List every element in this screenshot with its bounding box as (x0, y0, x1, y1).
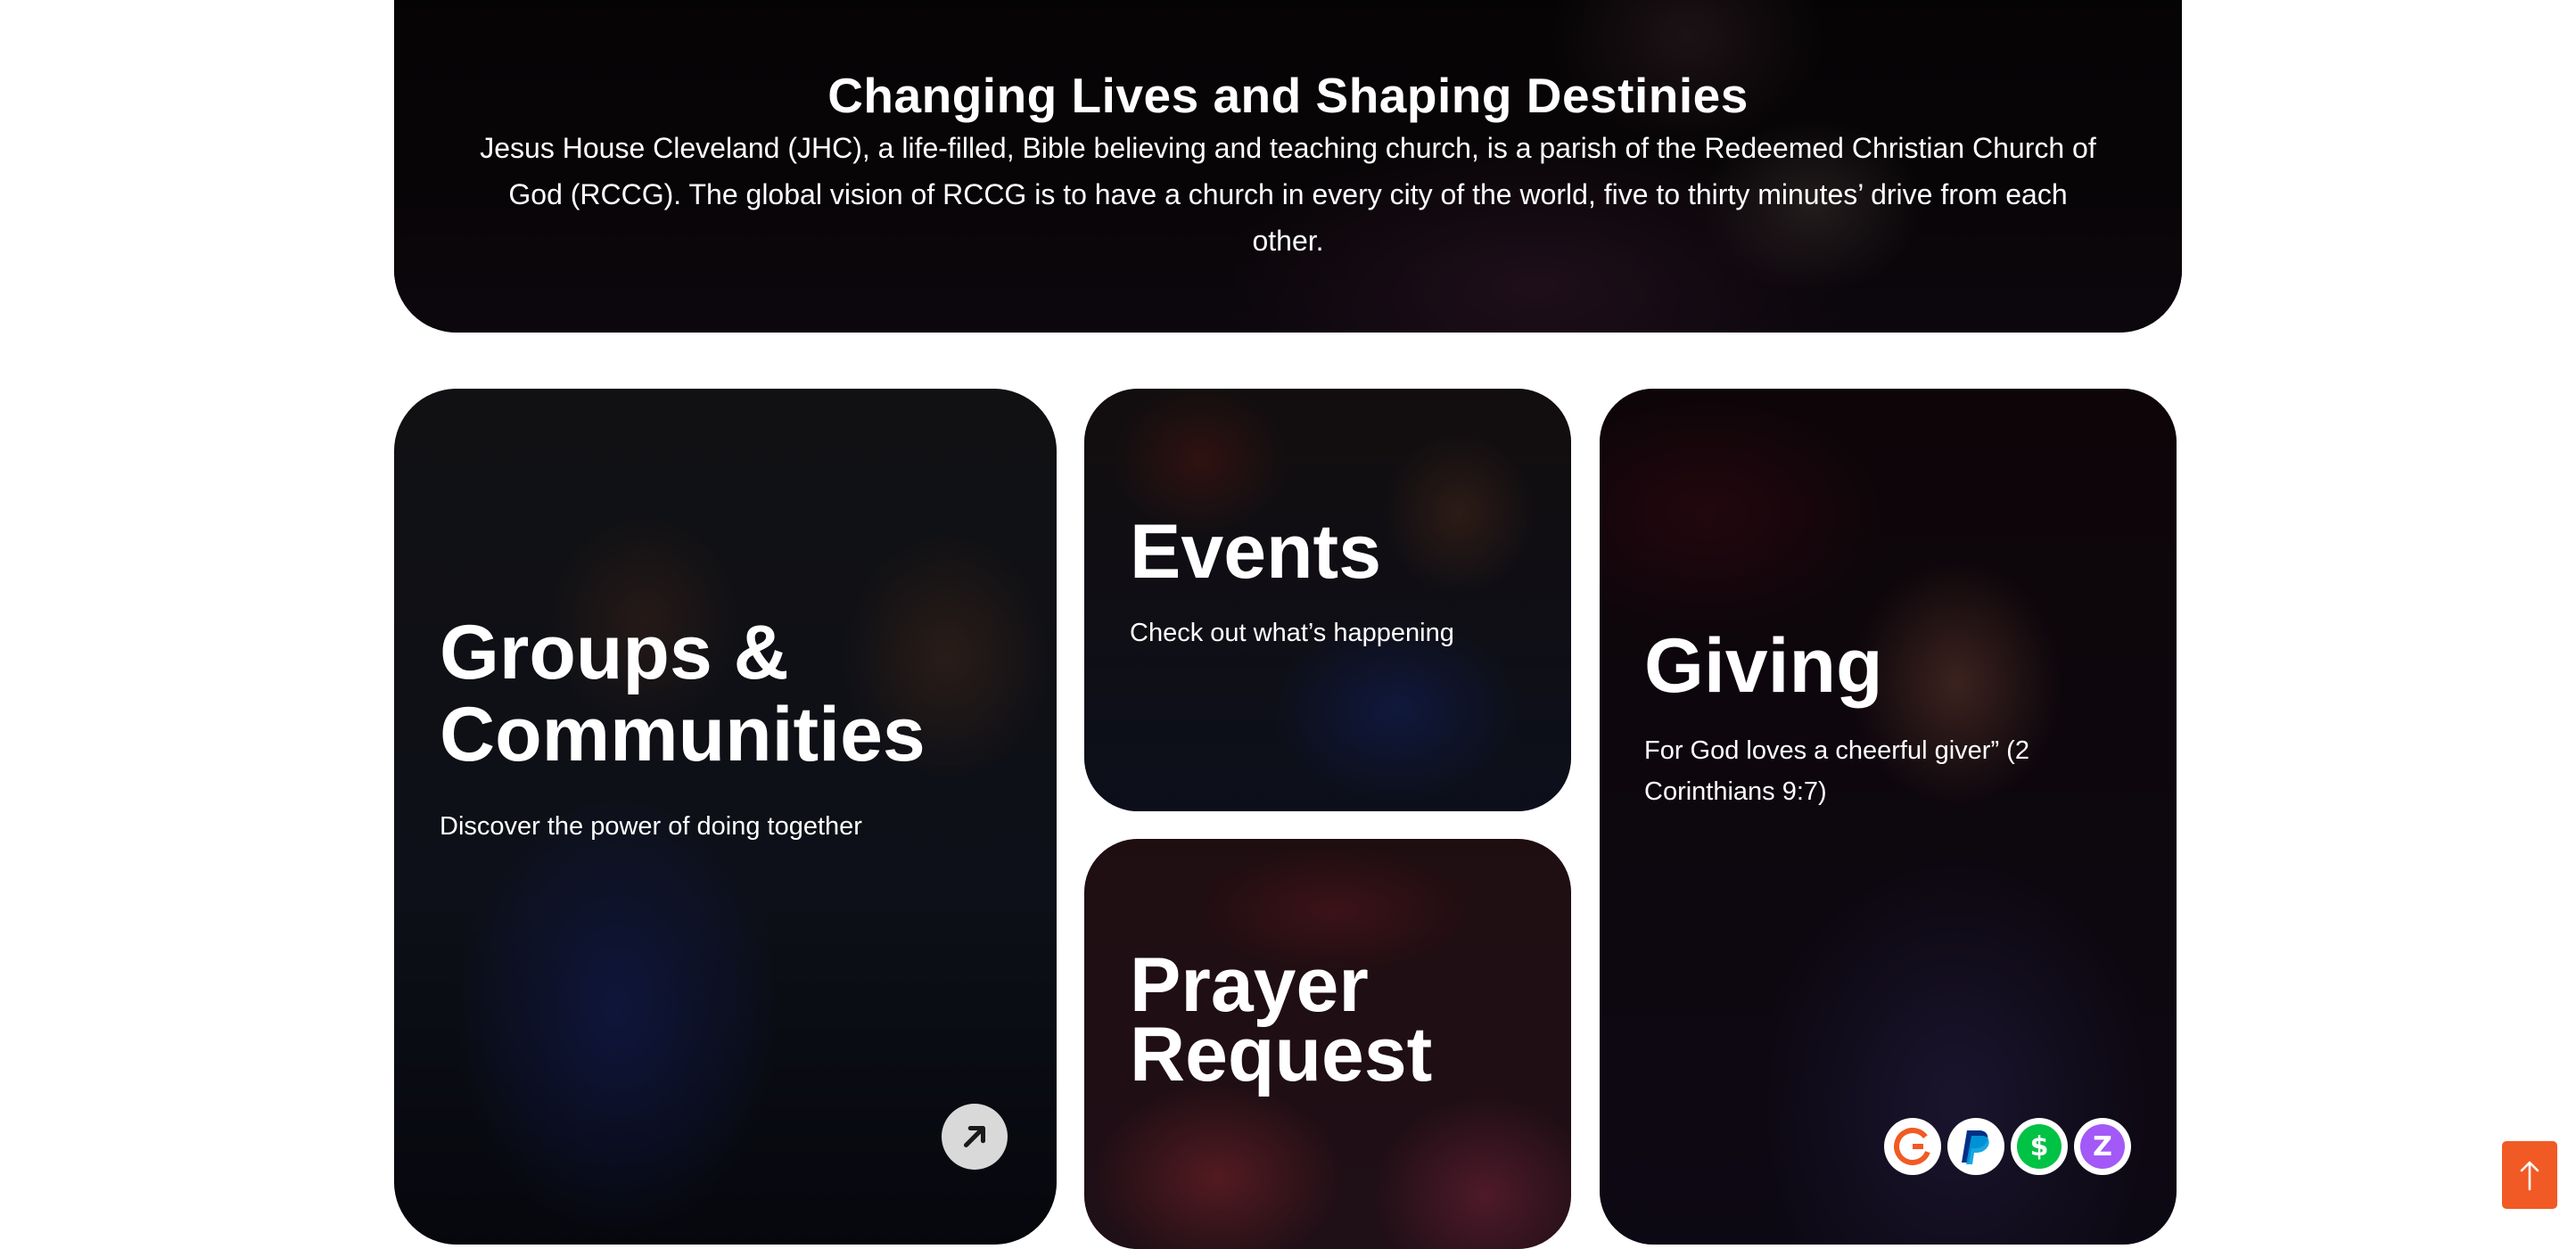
arrow-up-icon (2520, 1161, 2539, 1191)
events-card[interactable]: Events Check out what’s happening (1084, 389, 1571, 811)
arrow-up-right-icon[interactable] (942, 1104, 1008, 1170)
zelle-icon[interactable]: Z (2074, 1118, 2131, 1175)
giving-title: Giving (1644, 623, 1883, 709)
hero-title: Changing Lives and Shaping Destinies (827, 67, 1749, 123)
events-title: Events (1130, 509, 1382, 595)
paypal-icon[interactable] (1947, 1118, 2004, 1175)
events-subtitle: Check out what’s happening (1130, 619, 1454, 647)
giving-card[interactable]: Giving For God loves a cheerful giver” (… (1600, 389, 2177, 1245)
cashapp-icon[interactable]: $ (2011, 1118, 2068, 1175)
prayer-request-card[interactable]: Prayer Request (1084, 839, 1571, 1249)
groups-communities-card[interactable]: Groups & Communities Discover the power … (394, 389, 1057, 1245)
hero-description: Jesus House Cleveland (JHC), a life-fill… (480, 132, 2096, 257)
prayer-title: Prayer Request (1130, 942, 1433, 1097)
groups-subtitle: Discover the power of doing together (440, 812, 862, 841)
givelify-icon[interactable] (1884, 1118, 1941, 1175)
hero-banner: Changing Lives and Shaping Destinies Jes… (394, 0, 2182, 333)
groups-title: Groups & Communities (440, 610, 926, 777)
giving-subtitle: For God loves a cheerful giver” (2 Corin… (1644, 736, 2029, 806)
scroll-top-button[interactable] (2502, 1141, 2557, 1209)
